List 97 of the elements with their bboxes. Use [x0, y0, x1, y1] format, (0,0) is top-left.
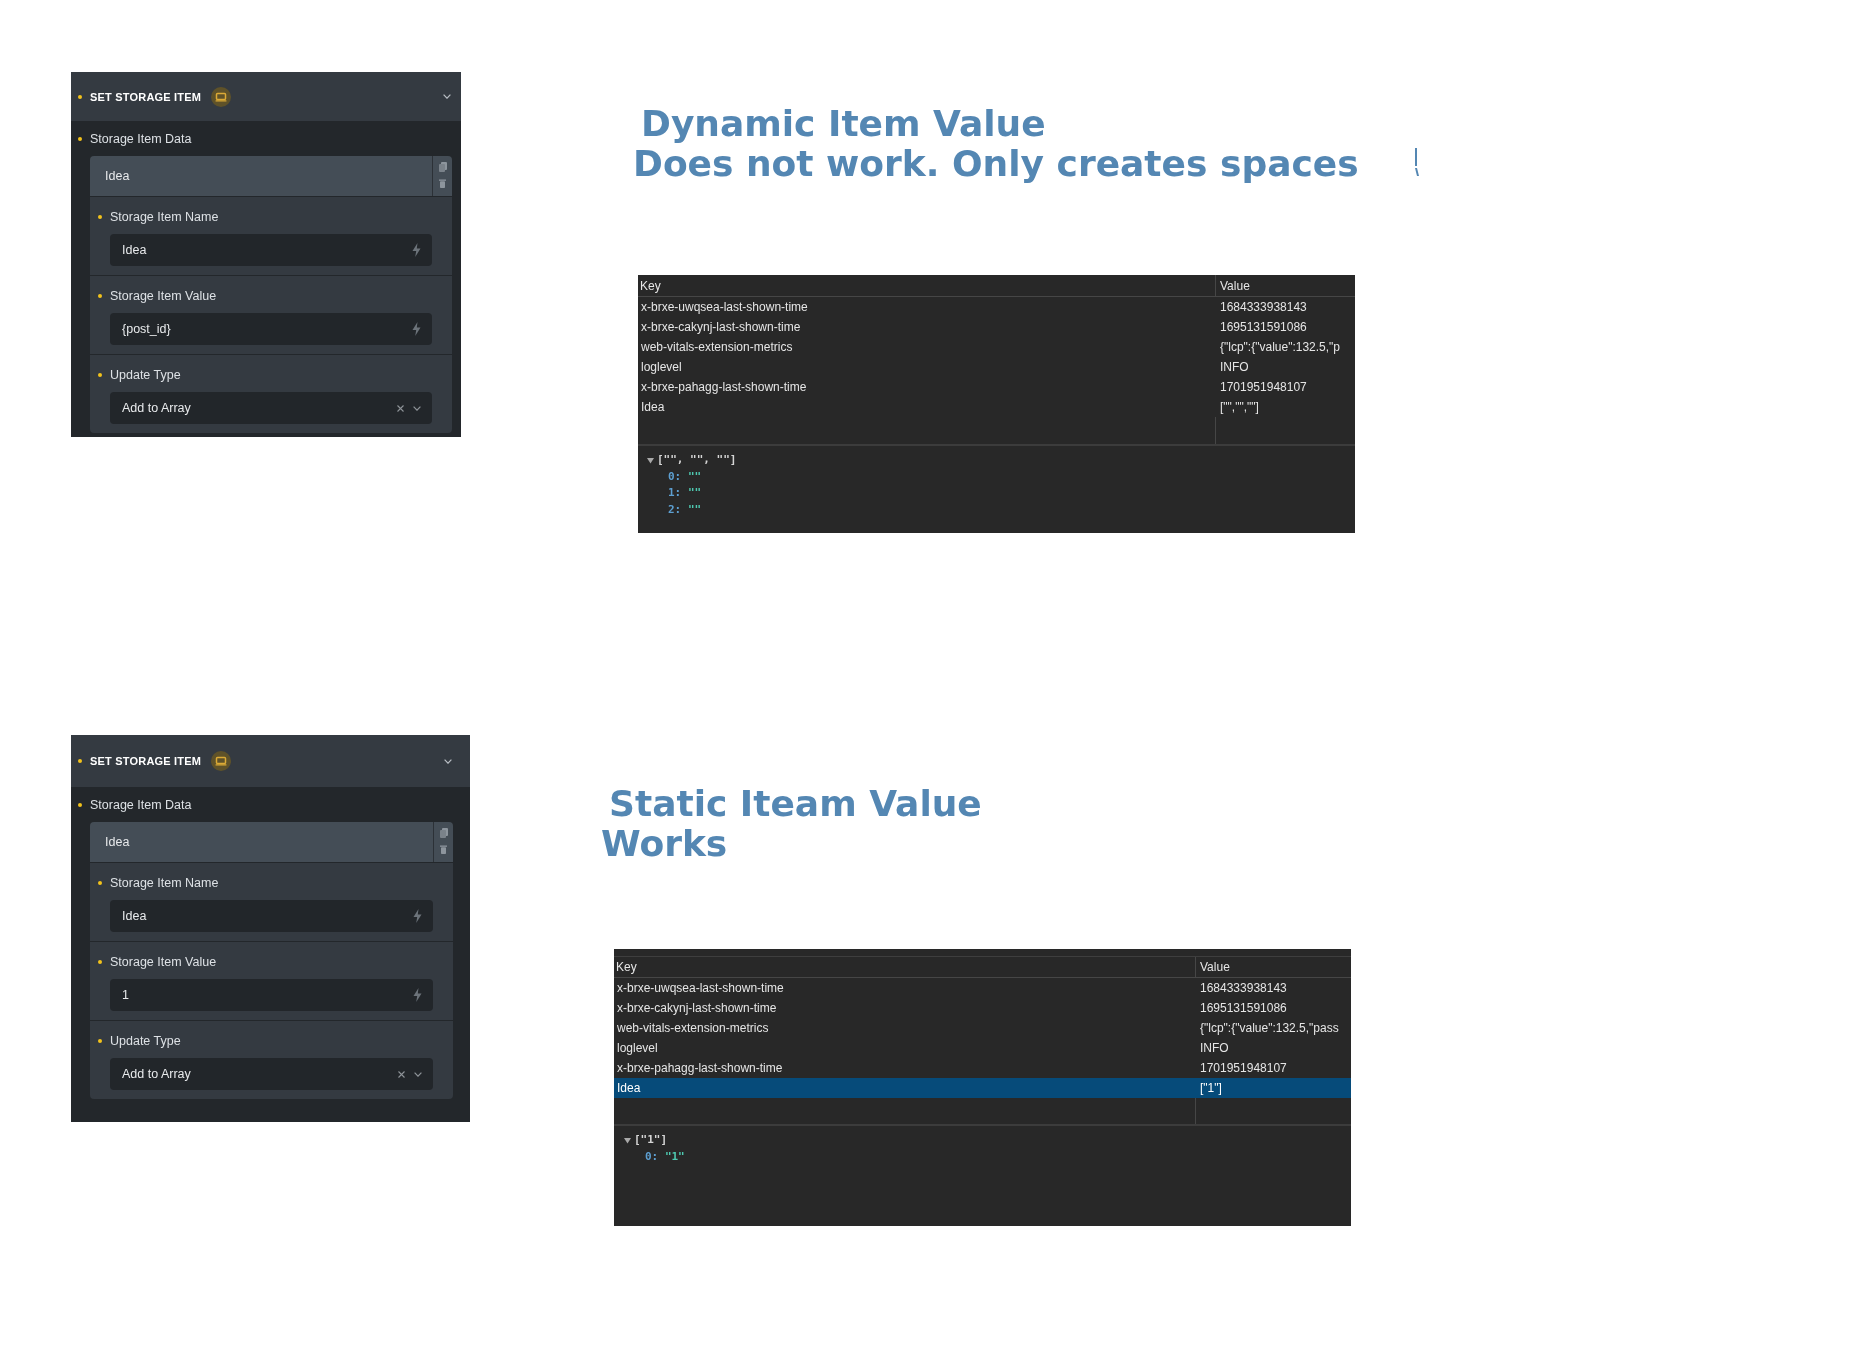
key-cell-text: x-brxe-uwqsea-last-shown-time [616, 980, 785, 997]
bullet-icon [98, 960, 102, 964]
copy-icon[interactable] [438, 162, 447, 172]
preview-entry: 0: "" [667, 468, 702, 485]
field-label: Storage Item Name [110, 210, 219, 224]
table-row[interactable]: x-brxe-cakynj-last-shown-time 1695131591086 [638, 317, 1355, 337]
field-label: Storage Item Value [110, 289, 217, 303]
field-label: Storage Item Name [110, 876, 219, 890]
preview-summary: ["", "", ""] [657, 452, 737, 468]
value-cell-text: {"lcp":{"value":132.5,"p [1219, 339, 1342, 356]
key-cell-text: web-vitals-extension-metrics [616, 1020, 770, 1037]
column-header[interactable]: Key [638, 275, 1215, 296]
preview-entry: 1: "" [667, 485, 702, 501]
input-field[interactable]: Idea [110, 234, 432, 266]
value-cell-text: INFO [1199, 1040, 1230, 1057]
bullet-icon [98, 881, 102, 885]
value-cell-text: 1695131591086 [1199, 1000, 1288, 1017]
preview-entry: 0: "1" [644, 1148, 685, 1165]
key-cell-text: Idea [616, 1080, 642, 1097]
monitor-icon[interactable] [211, 751, 232, 771]
column-header[interactable]: Key [614, 957, 1195, 977]
table-row[interactable]: loglevel INFO [638, 357, 1355, 377]
repeater-item-title[interactable]: Idea [90, 156, 432, 196]
value-cell-text: ["1"] [1199, 1080, 1223, 1097]
value-cell-text: 1701951948107 [1199, 1060, 1288, 1077]
chevron-down-icon[interactable] [443, 94, 451, 99]
key-cell-text: loglevel [616, 1040, 659, 1057]
key-cell-text: x-brxe-uwqsea-last-shown-time [640, 299, 809, 316]
heading-note: Does not work. Only creates spaces [633, 143, 1359, 184]
chevron-down-icon[interactable] [444, 758, 452, 764]
field-label: Update Type [110, 368, 181, 382]
table-row[interactable]: Idea ["","",""] [638, 397, 1355, 417]
bolt-icon[interactable] [413, 909, 422, 923]
key-cell-text: web-vitals-extension-metrics [640, 339, 794, 356]
copy-icon[interactable] [439, 828, 448, 838]
table-row[interactable]: web-vitals-extension-metrics {"lcp":{"value":132.5,"p [638, 337, 1355, 357]
field-label: Storage Item Value [110, 955, 217, 969]
table-row[interactable]: loglevel INFO [614, 1038, 1351, 1058]
heading-note: Works [601, 823, 728, 864]
bullet-icon [98, 373, 102, 377]
key-cell-text: x-brxe-cakynj-last-shown-time [616, 1000, 778, 1017]
chevron-down-icon[interactable] [413, 405, 421, 411]
preview-summary: ["1"] [634, 1132, 668, 1148]
bullet-icon [78, 137, 82, 141]
bolt-icon[interactable] [412, 243, 421, 257]
value-cell-text: 1684333938143 [1199, 980, 1288, 997]
key-cell-text: loglevel [640, 359, 683, 376]
group-label: Storage Item Data [90, 798, 192, 812]
bullet-icon [98, 294, 102, 298]
select-field[interactable]: Add to Array [110, 1058, 433, 1090]
bullet-icon [98, 1039, 102, 1043]
bullet-icon [78, 759, 82, 763]
key-cell-text: x-brxe-cakynj-last-shown-time [640, 319, 802, 336]
close-icon[interactable] [397, 404, 404, 412]
column-header[interactable]: Value [1215, 275, 1355, 296]
trash-icon[interactable] [440, 845, 447, 854]
bullet-icon [98, 215, 102, 219]
table-row[interactable]: web-vitals-extension-metrics {"lcp":{"value":132.5,"pass [614, 1018, 1351, 1038]
table-row[interactable]: x-brxe-uwqsea-last-shown-time 1684333938143 [638, 297, 1355, 317]
value-cell-text: 1695131591086 [1219, 319, 1308, 336]
repeater-item-title[interactable]: Idea [90, 822, 433, 862]
value-cell-text: 1701951948107 [1219, 379, 1308, 396]
key-cell-text: x-brxe-pahagg-last-shown-time [616, 1060, 784, 1077]
table-row[interactable]: x-brxe-pahagg-last-shown-time 1701951948107 [614, 1058, 1351, 1078]
stroke-fragment-icon [1414, 147, 1419, 176]
bullet-icon [78, 94, 82, 99]
input-field[interactable]: 1 [110, 979, 433, 1011]
group-label: Storage Item Data [90, 132, 192, 146]
close-icon[interactable] [398, 1070, 405, 1078]
field-label: Update Type [110, 1034, 181, 1048]
input-field[interactable]: Idea [110, 900, 433, 932]
heading-title: Dynamic Item Value [640, 103, 1046, 144]
table-row[interactable]: x-brxe-cakynj-last-shown-time 1695131591086 [614, 998, 1351, 1018]
table-row[interactable]: x-brxe-pahagg-last-shown-time 1701951948107 [638, 377, 1355, 397]
value-cell-text: ["","",""] [1219, 399, 1260, 416]
value-cell-text: {"lcp":{"value":132.5,"pass [1199, 1020, 1340, 1037]
trash-icon[interactable] [439, 179, 446, 188]
chevron-down-icon[interactable] [414, 1071, 422, 1077]
caret-down-icon[interactable] [647, 456, 654, 464]
monitor-icon[interactable] [211, 86, 232, 107]
bolt-icon[interactable] [413, 988, 422, 1002]
caret-down-icon[interactable] [624, 1136, 631, 1144]
heading-title: Static Iteam Value [608, 783, 982, 824]
key-cell-text: x-brxe-pahagg-last-shown-time [640, 379, 808, 396]
panel-title: SET STORAGE ITEM [90, 755, 202, 767]
table-row[interactable]: x-brxe-uwqsea-last-shown-time 1684333938143 [614, 978, 1351, 998]
panel-title: SET STORAGE ITEM [90, 90, 202, 103]
input-field[interactable]: {post_id} [110, 313, 432, 345]
table-row[interactable]: Idea ["1"] [614, 1078, 1351, 1098]
preview-entry: 2: "" [667, 501, 702, 518]
column-header[interactable]: Value [1195, 957, 1351, 977]
key-cell-text: Idea [640, 399, 666, 416]
value-cell-text: INFO [1219, 359, 1250, 376]
value-cell-text: 1684333938143 [1219, 299, 1308, 316]
bolt-icon[interactable] [412, 322, 421, 336]
bullet-icon [78, 803, 82, 807]
select-field[interactable]: Add to Array [110, 392, 432, 424]
